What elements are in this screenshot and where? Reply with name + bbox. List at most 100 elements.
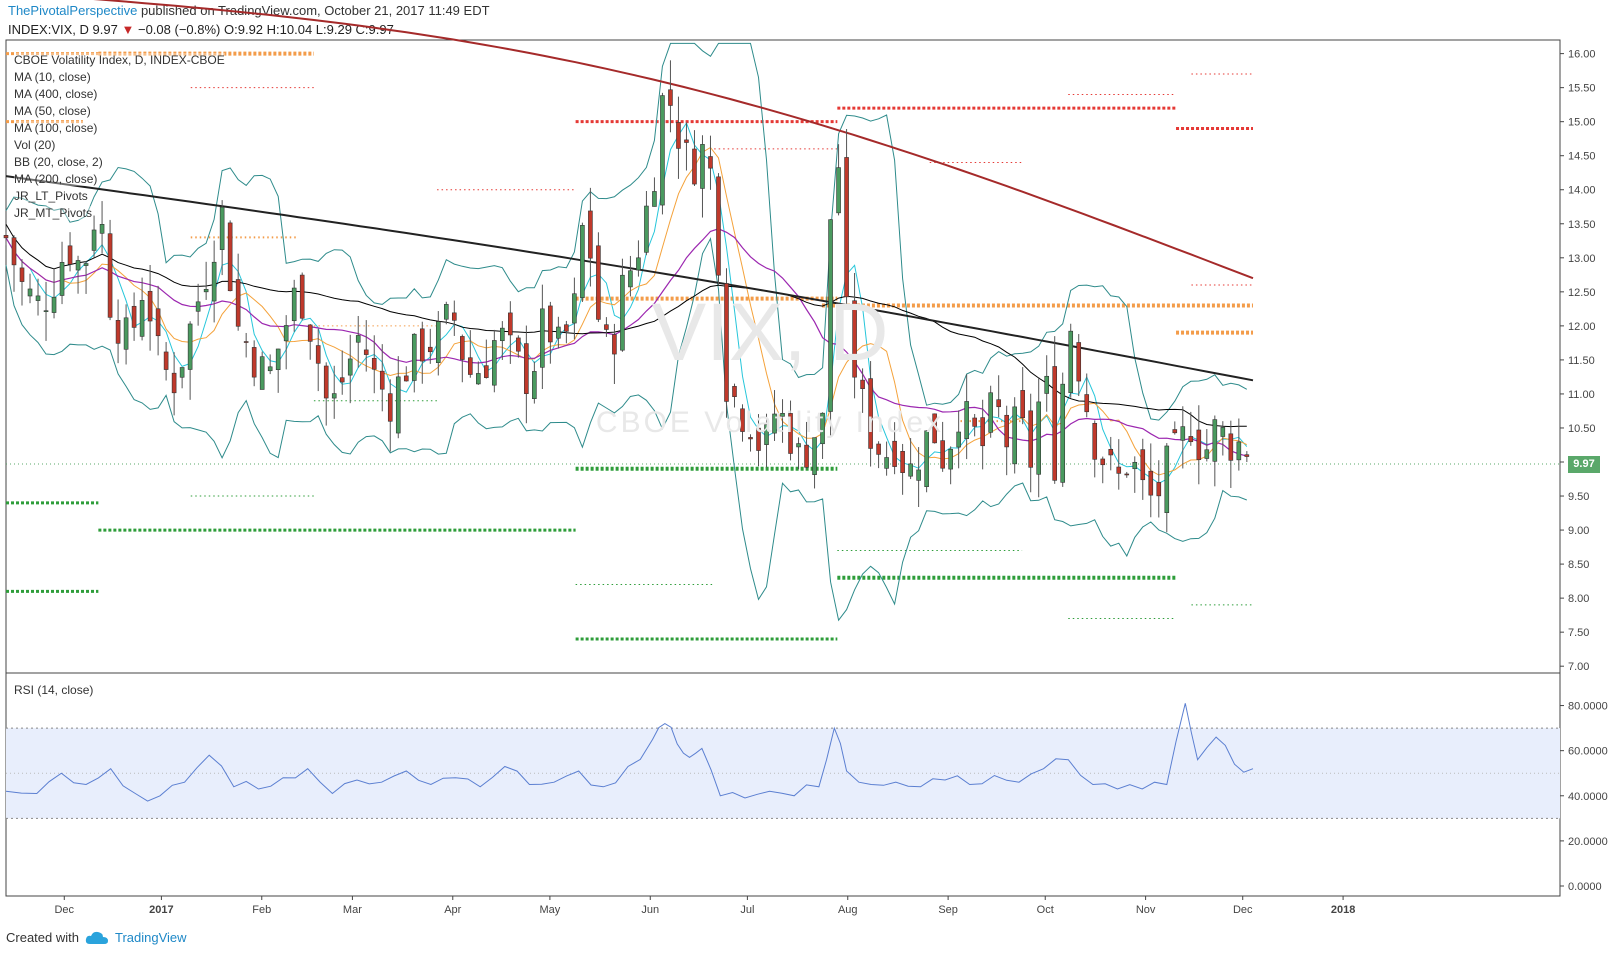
candle-up (700, 144, 705, 189)
rsi-label: RSI (14, close) (14, 683, 94, 697)
candle-down (860, 379, 865, 389)
candle-down (676, 122, 681, 149)
candle-down (596, 245, 601, 320)
candle-down (804, 444, 809, 468)
candle-up (1132, 461, 1138, 470)
candle-down (379, 370, 385, 390)
candle-down (1092, 422, 1098, 460)
candle-up (411, 333, 417, 381)
candle-up (1060, 383, 1066, 483)
price-tick-label: 7.00 (1568, 661, 1589, 673)
price-tick-label: 11.00 (1568, 389, 1595, 401)
candle-up (75, 260, 81, 271)
candle-up (628, 270, 633, 288)
candle-up (211, 261, 217, 302)
price-tick-label: 14.00 (1568, 185, 1596, 197)
candle-up (836, 167, 841, 214)
watermark-ticker: VIX, D (652, 287, 889, 378)
candle-down (243, 341, 249, 343)
candle-down (307, 324, 313, 342)
legend-item[interactable]: JR_MT_Pivots (14, 206, 93, 220)
candle-down (716, 176, 721, 276)
candle-down (371, 357, 377, 370)
candle-down (996, 399, 1001, 408)
tradingview-link[interactable]: TradingView (115, 930, 187, 945)
candle-up (796, 443, 801, 448)
candle-up (556, 326, 561, 339)
legend-item[interactable]: BB (20, close, 2) (14, 155, 103, 169)
rsi-tick-label: 20.0000 (1568, 836, 1608, 848)
candle-up (620, 274, 625, 351)
candle-down (235, 279, 241, 327)
candle-up (908, 463, 913, 477)
time-tick-label: Mar (343, 904, 362, 916)
candle-up (916, 469, 921, 481)
candle-up (275, 348, 281, 370)
chart-canvas[interactable]: 16.00 15.50 15.00 14.50 14.00 13.50 13.00 12.50… (0, 0, 1623, 956)
candles (3, 60, 1250, 533)
legend-item[interactable]: MA (50, close) (14, 104, 91, 118)
legend-item[interactable]: CBOE Volatility Index, D, INDEX-CBOE (14, 53, 225, 67)
candle-down (1116, 466, 1122, 474)
candle-down (427, 346, 433, 353)
candle-down (1172, 429, 1178, 434)
candle-down (323, 365, 329, 399)
candle-down (163, 351, 169, 370)
legend-item[interactable]: MA (100, close) (14, 121, 98, 135)
candle-down (419, 328, 425, 362)
time-tick-label: 2018 (1331, 904, 1355, 916)
price-tick-label: 13.00 (1568, 253, 1596, 265)
candle-up (1012, 406, 1017, 465)
candle-down (1084, 394, 1090, 413)
candle-down (1124, 473, 1130, 476)
watermark-name: CBOE Volatility Index (596, 406, 944, 439)
candle-up (492, 340, 497, 386)
candle-up (91, 229, 97, 251)
candle-down (452, 312, 457, 321)
candle-down (940, 440, 945, 469)
time-tick-label: Dec (54, 904, 74, 916)
legend-item[interactable]: Vol (20) (14, 138, 56, 152)
candle-up (956, 431, 961, 448)
candle-down (1028, 410, 1033, 468)
candle-up (267, 366, 273, 372)
candle-up (139, 300, 145, 337)
price-tick-label: 11.50 (1568, 355, 1595, 367)
price-tick-label: 9.50 (1568, 491, 1589, 503)
candle-up (1068, 330, 1074, 393)
pivot-levels (6, 51, 1253, 641)
candle-up (179, 367, 185, 378)
candle-down (1188, 436, 1194, 443)
candle-down (403, 375, 409, 382)
legend-item[interactable]: JR_LT_Pivots (14, 189, 88, 203)
candle-down (227, 222, 233, 292)
candle-down (892, 440, 897, 467)
candle-down (1108, 449, 1114, 456)
created-with: Created with (6, 930, 79, 945)
candle-up (219, 206, 225, 250)
candle-down (155, 308, 161, 337)
price-tick-label: 9.00 (1568, 525, 1589, 537)
candle-up (500, 327, 505, 342)
candle-down (1196, 429, 1202, 461)
candle-down (1052, 366, 1058, 481)
candle-down (1004, 414, 1009, 448)
candle-down (484, 365, 489, 378)
price-tick-label: 12.00 (1568, 321, 1596, 333)
candle-down (612, 334, 617, 355)
candle-down (363, 349, 369, 355)
candle-up (660, 95, 665, 206)
candle-up (540, 308, 545, 368)
candle-down (1100, 458, 1106, 466)
price-tick-label: 8.50 (1568, 559, 1589, 571)
legend-item[interactable]: MA (200, close) (14, 172, 98, 186)
candle-down (548, 305, 553, 343)
candle-down (387, 393, 393, 422)
rsi-tick-label: 60.0000 (1568, 746, 1608, 758)
candle-down (339, 377, 345, 383)
legend-item[interactable]: MA (400, close) (14, 87, 98, 101)
candle-up (1220, 427, 1226, 437)
rsi-tick-label: 0.0000 (1568, 881, 1602, 893)
legend-item[interactable]: MA (10, close) (14, 70, 91, 84)
candle-down (115, 320, 121, 344)
